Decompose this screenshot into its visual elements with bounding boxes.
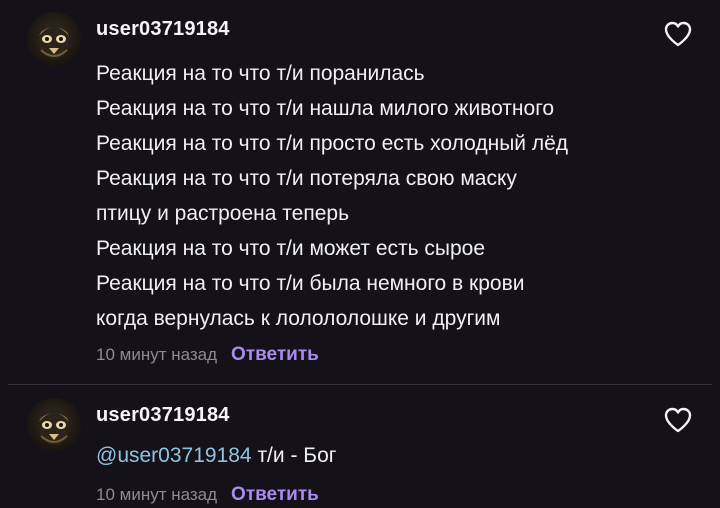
username[interactable]: user03719184 <box>96 18 230 41</box>
avatar[interactable] <box>27 12 81 66</box>
mask-avatar-icon <box>39 411 69 445</box>
comment-meta: 10 минут назад Ответить <box>96 342 319 368</box>
divider <box>8 384 712 385</box>
comment-text: @user03719184 т/и - Бог <box>96 438 696 473</box>
reply-button[interactable]: Ответить <box>231 344 319 366</box>
comment-line: Реакция на то что т/и потеряла свою маск… <box>96 167 517 190</box>
mention-link[interactable]: @user03719184 <box>96 444 252 467</box>
like-button[interactable] <box>663 406 693 434</box>
timestamp: 10 минут назад <box>96 485 218 504</box>
comment-body: т/и - Бог <box>251 444 337 467</box>
comment-line: Реакция на то что т/и была немного в кро… <box>96 272 525 295</box>
heart-outline-icon <box>664 21 692 47</box>
mask-avatar-icon <box>39 25 69 59</box>
comment-line: Реакция на то что т/и нашла милого живот… <box>96 97 555 120</box>
username[interactable]: user03719184 <box>96 404 230 427</box>
comment: user03719184 Реакция на то что т/и поран… <box>0 0 720 384</box>
comment-meta: 10 минут назад Ответить <box>96 482 319 508</box>
comment-line: @user03719184 т/и - Бог <box>96 438 696 473</box>
comment-line: когда вернулась к лолололошке и другим <box>96 307 501 330</box>
avatar[interactable] <box>27 398 81 452</box>
comment-line: Реакция на то что т/и поранилась <box>96 62 425 85</box>
comment-line: птицу и растроена теперь <box>96 202 350 225</box>
heart-outline-icon <box>664 407 692 433</box>
comment-text: Реакция на то что т/и поранилась Реакция… <box>96 56 696 336</box>
comment-line: Реакция на то что т/и просто есть холодн… <box>96 132 569 155</box>
reply-button[interactable]: Ответить <box>231 484 319 506</box>
timestamp: 10 минут назад <box>96 345 218 364</box>
comment: user03719184 @user03719184 т/и - Бог 10 … <box>0 386 720 505</box>
like-button[interactable] <box>663 20 693 48</box>
comment-line: Реакция на то что т/и может есть сырое <box>96 237 486 260</box>
